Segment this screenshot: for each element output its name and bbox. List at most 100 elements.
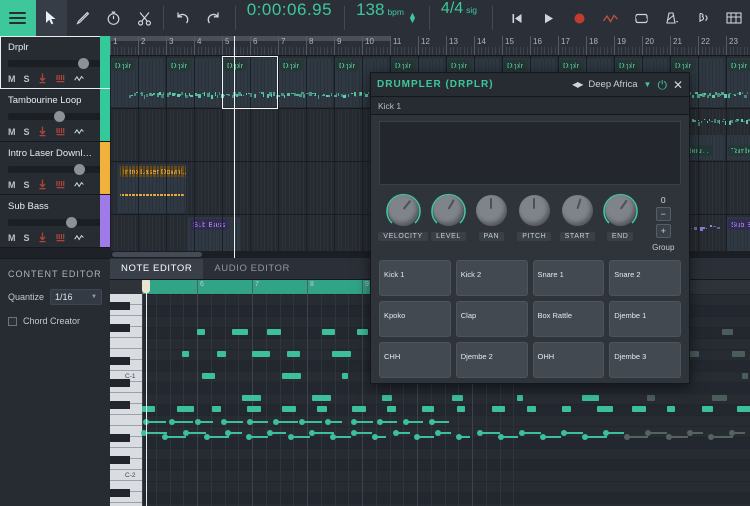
pad-2[interactable]: Snare 1: [533, 260, 605, 296]
pencil-icon[interactable]: [67, 0, 98, 36]
redo-arrow-icon[interactable]: [198, 0, 229, 36]
note-velocity[interactable]: [406, 421, 423, 423]
midi-note[interactable]: [422, 406, 434, 412]
undo-arrow-icon[interactable]: [167, 0, 198, 36]
sample-name-bar[interactable]: Kick 1: [371, 97, 689, 115]
midi-note[interactable]: [452, 395, 463, 401]
mute-button[interactable]: M: [8, 74, 16, 84]
knob-velocity[interactable]: VELOCITY: [379, 195, 427, 241]
note-velocity[interactable]: [328, 421, 342, 423]
track-volume-slider[interactable]: [8, 219, 102, 226]
note-velocity[interactable]: [669, 436, 688, 438]
automation-curve-icon[interactable]: [74, 179, 84, 190]
midi-note[interactable]: [457, 406, 465, 412]
note-velocity[interactable]: [146, 421, 166, 423]
note-velocity[interactable]: [501, 436, 518, 438]
midi-note[interactable]: [712, 395, 727, 401]
midi-note[interactable]: [267, 329, 281, 335]
piano-roll-playhead[interactable]: [146, 280, 147, 506]
midi-note[interactable]: [722, 329, 733, 335]
midi-note[interactable]: [142, 406, 155, 412]
midi-note[interactable]: [492, 406, 505, 412]
midi-note[interactable]: [667, 406, 675, 412]
note-velocity[interactable]: [172, 421, 193, 423]
note-velocity[interactable]: [198, 421, 213, 423]
play-triangle-icon[interactable]: [533, 0, 564, 36]
note-velocity[interactable]: [459, 436, 470, 438]
note-velocity[interactable]: [354, 432, 372, 434]
note-velocity[interactable]: [585, 436, 607, 438]
note-velocity[interactable]: [250, 421, 268, 423]
note-velocity[interactable]: [627, 436, 648, 438]
mute-button[interactable]: M: [8, 180, 16, 190]
close-icon[interactable]: ✕: [673, 79, 683, 91]
note-velocity[interactable]: [291, 436, 310, 438]
metronome-icon[interactable]: [657, 0, 688, 36]
midi-note[interactable]: [357, 329, 368, 335]
pad-8[interactable]: CHH: [379, 342, 451, 378]
count-in-icon[interactable]: [688, 0, 719, 36]
midi-note[interactable]: [352, 406, 366, 412]
note-velocity[interactable]: [354, 421, 373, 423]
midi-note[interactable]: [597, 406, 613, 412]
midi-note[interactable]: [247, 406, 261, 412]
midi-note[interactable]: [322, 329, 335, 335]
track-header-2[interactable]: Intro Laser Downl… M S: [0, 142, 110, 195]
midi-note[interactable]: [232, 329, 248, 335]
note-velocity[interactable]: [380, 421, 397, 423]
midi-note[interactable]: [647, 395, 655, 401]
mute-button[interactable]: M: [8, 127, 16, 137]
input-monitor-icon[interactable]: [56, 126, 66, 137]
chord-creator-checkbox[interactable]: [8, 317, 17, 326]
input-monitor-icon[interactable]: [56, 232, 66, 243]
note-velocity[interactable]: [648, 432, 667, 434]
pad-5[interactable]: Clap: [456, 301, 528, 337]
note-velocity[interactable]: [564, 432, 583, 434]
record-arm-icon[interactable]: [38, 179, 48, 190]
prev-next-arrows-icon[interactable]: ◀▶: [572, 80, 582, 89]
record-arm-icon[interactable]: [38, 73, 48, 84]
midi-note[interactable]: [217, 351, 226, 357]
automation-curve-icon[interactable]: [595, 0, 626, 36]
record-arm-icon[interactable]: [38, 126, 48, 137]
note-velocity[interactable]: [333, 436, 351, 438]
note-velocity[interactable]: [690, 432, 703, 434]
solo-button[interactable]: S: [24, 180, 30, 190]
tempo-display[interactable]: 138 bpm ▲ ▼: [344, 0, 429, 36]
note-velocity[interactable]: [228, 432, 242, 434]
note-velocity[interactable]: [711, 436, 733, 438]
pad-0[interactable]: Kick 1: [379, 260, 451, 296]
midi-note[interactable]: [202, 373, 215, 379]
track-volume-slider[interactable]: [8, 113, 102, 120]
solo-button[interactable]: S: [24, 233, 30, 243]
time-signature-display[interactable]: 4/4 sig: [429, 0, 489, 36]
midi-note[interactable]: [737, 406, 750, 412]
mute-button[interactable]: M: [8, 233, 16, 243]
midi-note[interactable]: [212, 406, 221, 412]
skip-back-icon[interactable]: [502, 0, 533, 36]
track-header-3[interactable]: Sub Bass M S: [0, 195, 110, 248]
pad-4[interactable]: Kpoko: [379, 301, 451, 337]
midi-note[interactable]: [702, 406, 713, 412]
pad-10[interactable]: OHH: [533, 342, 605, 378]
scissors-icon[interactable]: [129, 0, 160, 36]
note-velocity[interactable]: [543, 436, 561, 438]
automation-curve-icon[interactable]: [74, 73, 84, 84]
note-velocity[interactable]: [186, 432, 206, 434]
note-velocity[interactable]: [207, 436, 229, 438]
automation-curve-icon[interactable]: [74, 126, 84, 137]
note-velocity[interactable]: [375, 436, 386, 438]
note-velocity[interactable]: [249, 436, 268, 438]
midi-note[interactable]: [562, 406, 571, 412]
midi-note[interactable]: [517, 395, 523, 401]
timeline-ruler[interactable]: 1 2 3 4 5 6 7 8 9 10 11 12 13 14 15 16 17 18 19 20 21 22 23: [110, 36, 750, 56]
note-velocity[interactable]: [270, 432, 286, 434]
knob-end[interactable]: END: [599, 195, 642, 241]
plugin-title-bar[interactable]: DRUMPLER (DRPLR) ◀▶ Deep Africa ▼ ⏻ ✕: [371, 73, 689, 97]
pad-3[interactable]: Snare 2: [609, 260, 681, 296]
midi-note[interactable]: [242, 395, 261, 401]
knob-start[interactable]: START: [556, 195, 599, 241]
midi-note[interactable]: [282, 406, 296, 412]
midi-note[interactable]: [582, 395, 599, 401]
note-velocity[interactable]: [276, 421, 298, 423]
